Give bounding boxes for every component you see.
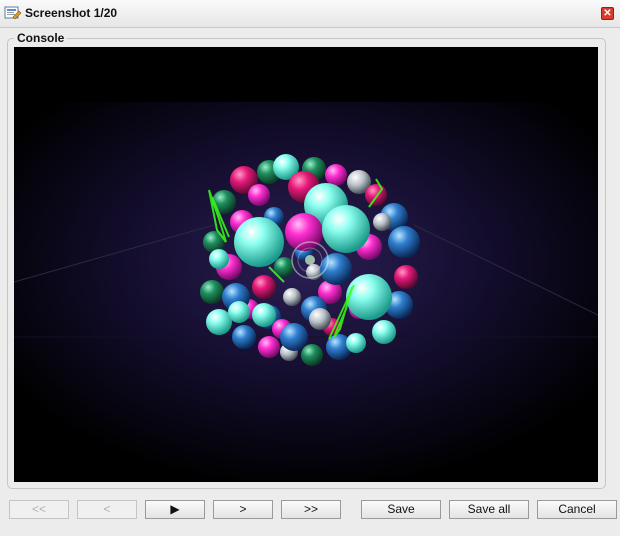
rendered-scene-image <box>14 47 598 482</box>
close-button[interactable]: ✕ <box>601 7 614 20</box>
save-button[interactable]: Save <box>361 500 441 519</box>
screenshot-app-icon <box>4 6 22 20</box>
last-button[interactable]: >> <box>281 500 341 519</box>
save-all-button[interactable]: Save all <box>449 500 529 519</box>
render-viewport <box>14 47 598 482</box>
previous-button[interactable]: < <box>77 500 137 519</box>
next-button[interactable]: > <box>213 500 273 519</box>
play-button[interactable]: ▶ <box>145 500 205 519</box>
title-bar: Screenshot 1/20 ✕ <box>0 0 620 28</box>
window-title: Screenshot 1/20 <box>25 6 118 20</box>
close-icon: ✕ <box>603 8 612 19</box>
console-label: Console <box>14 31 68 45</box>
first-button[interactable]: << <box>9 500 69 519</box>
cancel-button[interactable]: Cancel <box>537 500 617 519</box>
